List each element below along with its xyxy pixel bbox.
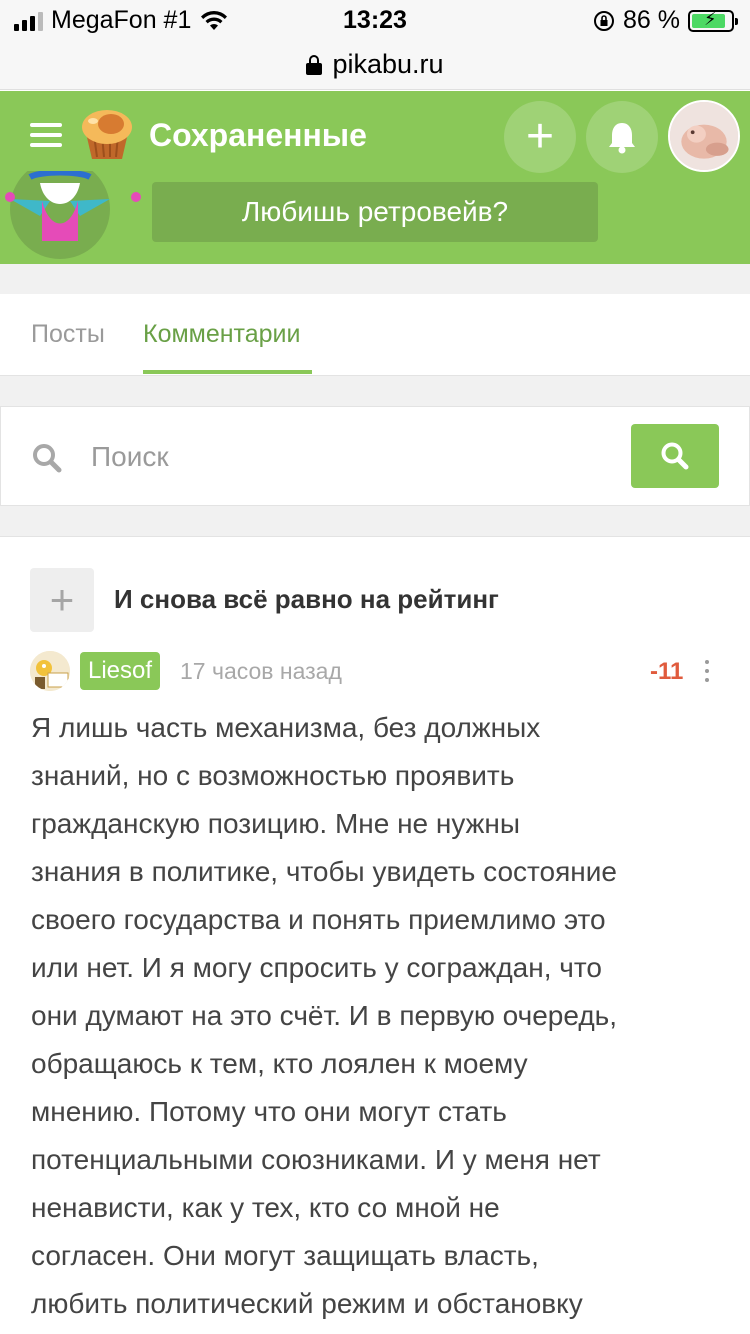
comment-line: мнению. Потому что они могут стать xyxy=(31,1096,507,1127)
comment-line: или нет. И я могу спросить у сограждан, … xyxy=(31,952,602,983)
page-title: Сохраненные xyxy=(149,117,367,153)
search-bar xyxy=(0,406,750,506)
plus-icon: + xyxy=(49,576,75,623)
tab-posts[interactable]: Посты xyxy=(31,320,105,349)
comment-line: любить политический режим и обстановку xyxy=(31,1288,583,1319)
section-gap xyxy=(0,506,750,537)
post-title[interactable]: И снова всё равно на рейтинг xyxy=(114,584,499,615)
comment-rating: -11 xyxy=(650,658,684,685)
status-bar: MegaFon #1 13:23 86 % ⚡ xyxy=(0,0,750,40)
plus-icon: + xyxy=(525,110,555,163)
comment-line: ненависти, как у тех, кто со мной не xyxy=(31,1192,500,1223)
comment-line: согласен. Они могут защищать власть, xyxy=(31,1240,539,1271)
add-post-button[interactable]: + xyxy=(504,101,576,173)
section-gap xyxy=(0,376,750,406)
comment-line: они думают на это счёт. И в первую очере… xyxy=(31,1000,618,1031)
section-gap xyxy=(0,264,750,294)
notifications-button[interactable] xyxy=(586,101,658,173)
tab-comments[interactable]: Комментарии xyxy=(143,320,300,349)
search-input[interactable] xyxy=(91,433,611,481)
lock-icon xyxy=(306,54,323,75)
url-bar[interactable]: pikabu.ru xyxy=(0,40,750,90)
comment-line: своего государства и понять приемлимо эт… xyxy=(31,904,606,935)
comment-avatar[interactable] xyxy=(30,651,70,691)
avatar-image xyxy=(670,102,738,170)
comment-line: знаний, но с возможностью проявить xyxy=(31,760,515,791)
tab-bar: Посты Комментарии xyxy=(0,294,750,376)
comment-time: 17 часов назад xyxy=(180,658,342,684)
comment-line: потенциальными союзниками. И у меня нет xyxy=(31,1144,601,1175)
promo-banner[interactable]: Любишь ретровейв? xyxy=(152,182,598,242)
battery-percent: 86 % xyxy=(623,6,680,34)
user-avatar[interactable] xyxy=(668,100,740,172)
comment-line: гражданскую позицию. Мне не нужны xyxy=(31,808,520,839)
search-icon xyxy=(33,444,62,473)
avatar-image xyxy=(30,651,70,691)
comment-line: Я лишь часть механизма, без должных xyxy=(31,712,541,743)
status-right: 86 % ⚡ xyxy=(593,6,738,35)
url-text: pikabu.ru xyxy=(332,49,444,79)
hamburger-icon[interactable] xyxy=(30,123,62,147)
comment-body: Я лишь часть механизма, без должных знан… xyxy=(31,704,731,1328)
bell-icon xyxy=(609,123,635,154)
rotation-lock-icon xyxy=(594,10,615,31)
comment-author[interactable]: Liesof xyxy=(80,652,161,690)
comment-line: знания в политике, чтобы увидеть состоян… xyxy=(31,856,617,887)
retrowave-illustration xyxy=(5,171,141,259)
comment-line: обращаюсь к тем, кто лоялен к моему xyxy=(31,1048,528,1079)
battery-icon: ⚡ xyxy=(688,9,738,32)
search-icon xyxy=(661,442,689,470)
app-header: Сохраненные + Любишь ретровейв? xyxy=(0,91,750,264)
pikabu-logo[interactable] xyxy=(80,105,134,163)
active-tab-indicator xyxy=(143,370,312,374)
more-vertical-icon[interactable] xyxy=(703,660,711,682)
expand-post-button[interactable]: + xyxy=(30,568,94,632)
search-button[interactable] xyxy=(631,424,719,488)
